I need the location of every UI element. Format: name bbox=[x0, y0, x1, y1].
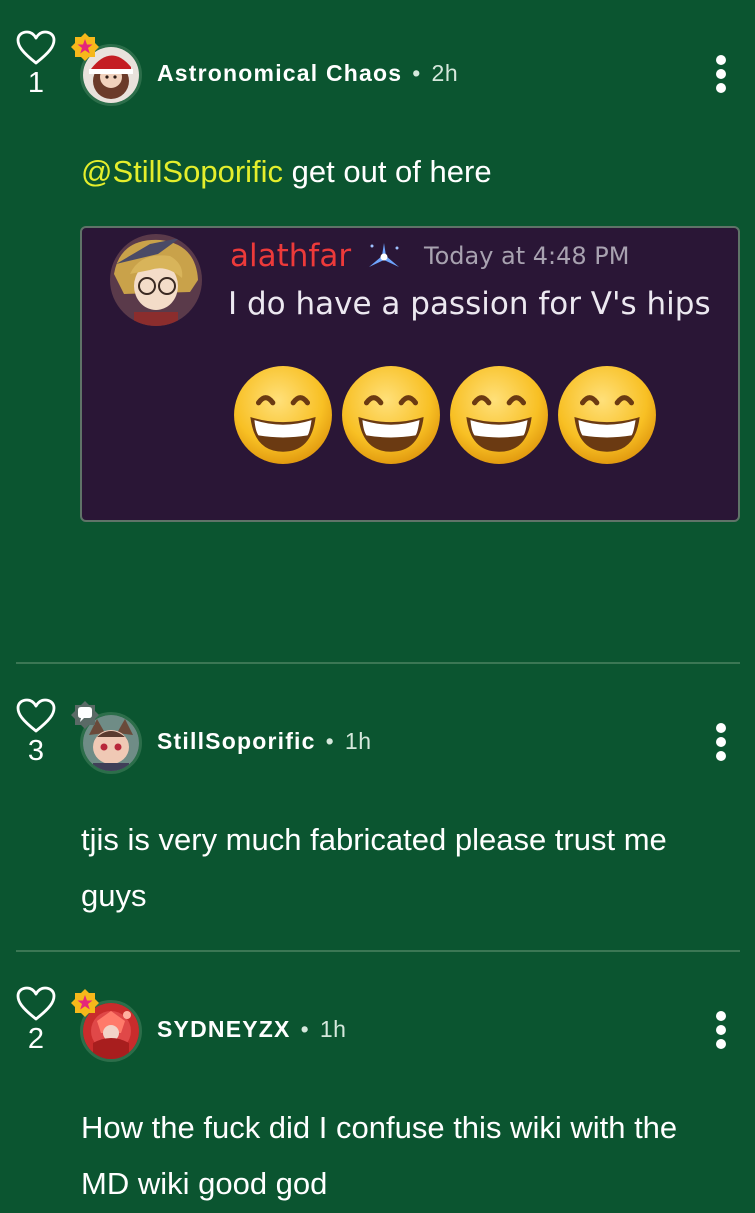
separator-dot: • bbox=[325, 728, 335, 754]
comment-header: Astronomical Chaos • 2h bbox=[157, 60, 458, 87]
comment-item: 1 Astronomical Chaos • 2h @StillSoporifi… bbox=[0, 0, 755, 660]
more-options-icon[interactable] bbox=[710, 722, 732, 762]
like-count: 2 bbox=[27, 1023, 45, 1055]
chat-bubble-badge-icon bbox=[71, 701, 99, 729]
comment-item: 2 SYDNEYZX • 1h How the fuck did I confu… bbox=[0, 952, 755, 1213]
embed-avatar bbox=[110, 234, 202, 326]
comment-header: StillSoporific • 1h bbox=[157, 728, 372, 755]
comment-text: tjis is very much fabricated please trus… bbox=[81, 822, 667, 913]
like-control[interactable]: 1 bbox=[14, 30, 58, 98]
grinning-face-with-smiling-eyes-icon bbox=[450, 366, 548, 464]
like-count: 1 bbox=[27, 67, 45, 99]
avatar-container[interactable] bbox=[71, 989, 142, 1062]
heart-icon[interactable] bbox=[16, 986, 56, 1022]
comment-text: @StillSoporific get out of here bbox=[81, 144, 721, 200]
heart-icon[interactable] bbox=[16, 698, 56, 734]
comment-text: How the fuck did I confuse this wiki wit… bbox=[81, 1110, 678, 1201]
more-options-icon[interactable] bbox=[710, 54, 732, 94]
comment-text-body: get out of here bbox=[283, 154, 492, 189]
author-name[interactable]: SYDNEYZX bbox=[157, 1016, 291, 1042]
timestamp: 1h bbox=[344, 728, 372, 754]
like-control[interactable]: 2 bbox=[14, 986, 58, 1054]
star-badge-icon bbox=[71, 989, 99, 1017]
separator-dot: • bbox=[300, 1016, 310, 1042]
timestamp: 1h bbox=[319, 1016, 347, 1042]
timestamp: 2h bbox=[431, 60, 459, 86]
comment-item: 3 StillSoporific • 1h tjis is very much … bbox=[0, 664, 755, 950]
embedded-image[interactable]: alathfar Today at 4:48 PM I do have a pa… bbox=[80, 226, 740, 522]
embed-username: alathfar bbox=[230, 238, 352, 274]
more-options-icon[interactable] bbox=[710, 1010, 732, 1050]
comment-header: SYDNEYZX • 1h bbox=[157, 1016, 346, 1043]
author-name[interactable]: StillSoporific bbox=[157, 728, 316, 754]
user-mention[interactable]: @StillSoporific bbox=[81, 154, 283, 189]
embed-message: I do have a passion for V's hips bbox=[228, 286, 711, 322]
grinning-face-with-smiling-eyes-icon bbox=[342, 366, 440, 464]
star-badge-icon bbox=[71, 33, 99, 61]
sparkle-icon bbox=[369, 243, 399, 267]
like-count: 3 bbox=[27, 735, 45, 767]
like-control[interactable]: 3 bbox=[14, 698, 58, 766]
embed-timestamp: Today at 4:48 PM bbox=[424, 242, 630, 270]
comments-page: 1 Astronomical Chaos • 2h @StillSoporifi… bbox=[0, 0, 755, 1213]
avatar-container[interactable] bbox=[71, 33, 142, 106]
author-name[interactable]: Astronomical Chaos bbox=[157, 60, 402, 86]
heart-icon[interactable] bbox=[16, 30, 56, 66]
grinning-face-with-smiling-eyes-icon bbox=[558, 366, 656, 464]
avatar-container[interactable] bbox=[71, 701, 142, 774]
grinning-face-with-smiling-eyes-icon bbox=[234, 366, 332, 464]
separator-dot: • bbox=[412, 60, 422, 86]
